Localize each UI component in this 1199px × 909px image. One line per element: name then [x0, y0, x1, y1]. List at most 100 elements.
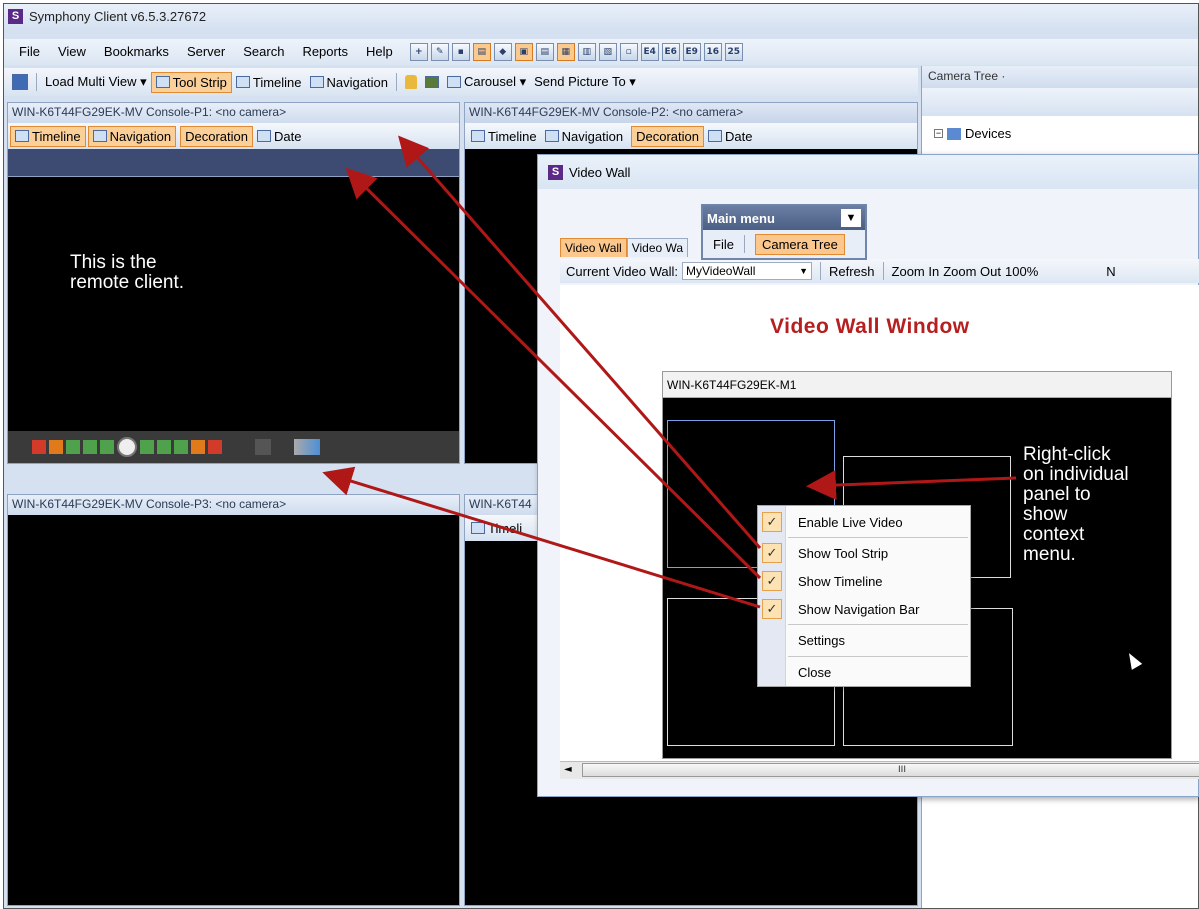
main-menu-popup: Main menu ▼ File Camera Tree [701, 204, 867, 260]
menu-file[interactable]: File [10, 40, 49, 64]
video-wall-toolbar: Current Video Wall: MyVideoWall ▼ Refres… [560, 259, 1199, 283]
menu-item-show-timeline[interactable]: ✓ Show Timeline [758, 567, 970, 595]
layout2-icon[interactable]: ▤ [472, 43, 491, 61]
panel-p1-toolstrip: Timeline Navigation Decoration Date [8, 123, 459, 149]
nav-step-forward-icon[interactable] [157, 440, 171, 454]
tool-strip-button[interactable]: Tool Strip [150, 71, 232, 93]
panel-p3-title: WIN-K6T44FG29EK-MV Console-P3: <no camer… [8, 495, 459, 515]
check-icon: ✓ [762, 512, 782, 532]
timeline-button[interactable]: Timeline [232, 73, 306, 92]
grid-icon[interactable]: ▧ [598, 43, 617, 61]
menu-item-label: Settings [798, 632, 845, 648]
panel-navigation-button[interactable]: Navigation [87, 125, 177, 147]
tab-video-wall[interactable]: Video Wall [560, 238, 627, 257]
main-menu-file[interactable]: File [713, 237, 734, 252]
panel-p1-navbar [8, 431, 459, 463]
menu-reports[interactable]: Reports [293, 40, 357, 64]
send-picture-button[interactable]: Send Picture To ▾ [530, 72, 640, 92]
menu-item-enable-live-video[interactable]: ✓ Enable Live Video [758, 508, 970, 536]
navigation-icon [92, 130, 107, 142]
panel-timeline-button[interactable]: Timeline [10, 125, 86, 147]
date-label: Date [724, 128, 753, 144]
current-wall-select[interactable]: MyVideoWall ▼ [682, 262, 812, 280]
nav-step-back-icon[interactable] [83, 440, 97, 454]
menu-view[interactable]: View [49, 40, 95, 64]
pip-button[interactable] [421, 74, 443, 90]
symphony-logo-icon: S [548, 164, 563, 180]
nav-fast-forward-icon[interactable] [174, 440, 188, 454]
menu-item-show-navigation-bar[interactable]: ✓ Show Navigation Bar [758, 595, 970, 623]
refresh-button[interactable]: Refresh [829, 264, 875, 279]
menu-item-settings[interactable]: Settings [758, 626, 970, 654]
nav-last-icon[interactable] [208, 440, 222, 454]
layout10-icon[interactable]: E9 [682, 43, 701, 61]
lock-button[interactable] [401, 73, 421, 91]
carousel-button[interactable]: Carousel ▾ [443, 72, 530, 92]
panel-timeline-button[interactable]: Timeli [467, 519, 526, 538]
navigation-label: Navigation [326, 74, 388, 90]
menu-item-show-tool-strip[interactable]: ✓ Show Tool Strip [758, 539, 970, 567]
floppy-icon [12, 74, 28, 90]
panel-p3[interactable]: WIN-K6T44FG29EK-MV Console-P3: <no camer… [7, 494, 460, 906]
menu-server[interactable]: Server [178, 40, 234, 64]
layout4-icon[interactable]: ▤ [535, 43, 554, 61]
current-wall-label: Current Video Wall: [566, 263, 678, 279]
nav-rewind-icon[interactable] [66, 440, 80, 454]
main-menu-camera-tree[interactable]: Camera Tree [754, 233, 845, 255]
tab-video-wall-2[interactable]: Video Wa [626, 238, 689, 257]
nav-live-icon[interactable] [255, 439, 271, 455]
nav-first-icon[interactable] [32, 440, 46, 454]
timeline-icon [471, 130, 485, 142]
toolbar-separator [820, 262, 821, 280]
devices-label: Devices [965, 126, 1012, 141]
panel-timeline-button[interactable]: Timeline [467, 127, 541, 146]
layout6-icon[interactable]: ▥ [577, 43, 596, 61]
panel-p2-toolstrip: Timeline Navigation Decoration Date [465, 123, 917, 149]
edit-icon[interactable]: ✎ [430, 43, 449, 61]
panel-decoration-button[interactable]: Decoration [180, 125, 253, 147]
menu-help[interactable]: Help [357, 40, 402, 64]
nav-back-icon[interactable] [100, 440, 114, 454]
panel-decoration-button[interactable]: Decoration [631, 125, 704, 147]
navigation-button[interactable]: Navigation [306, 73, 392, 92]
zoom-out-button[interactable]: Zoom Out [943, 264, 1001, 279]
layout8-icon[interactable]: E4 [640, 43, 659, 61]
timeline-icon [471, 522, 485, 534]
panel-p1[interactable]: WIN-K6T44FG29EK-MV Console-P1: <no camer… [7, 102, 460, 464]
nav-rewind-fast-icon[interactable] [49, 440, 63, 454]
layout7-icon[interactable]: ▫ [619, 43, 638, 61]
menu-item-close[interactable]: Close [758, 658, 970, 686]
layout3-icon[interactable]: ▣ [514, 43, 533, 61]
menu-search[interactable]: Search [234, 40, 293, 64]
lock-icon [404, 75, 417, 89]
layout5-icon[interactable]: ▦ [556, 43, 575, 61]
toolbar-separator [36, 73, 37, 91]
context-menu: ✓ Enable Live Video ✓ Show Tool Strip ✓ … [757, 505, 971, 687]
scroll-thumb[interactable]: III [582, 763, 1199, 777]
horizontal-scrollbar[interactable]: ◄ III [560, 761, 1199, 779]
panel-date-button[interactable]: Date [704, 127, 756, 146]
main-menu-header[interactable]: Main menu ▼ [703, 206, 865, 230]
load-multi-view-button[interactable]: Load Multi View ▾ [41, 72, 151, 92]
add-icon[interactable]: + [409, 43, 428, 61]
layout1-icon[interactable]: ▪ [451, 43, 470, 61]
layout9-icon[interactable]: E6 [661, 43, 680, 61]
save-button[interactable] [8, 72, 32, 92]
nav-forward-icon[interactable] [140, 440, 154, 454]
panel-date-button[interactable]: Date [253, 127, 305, 146]
panel-p1-timeline-bar[interactable] [8, 149, 459, 177]
calendar-icon [707, 130, 722, 142]
scroll-left-icon[interactable]: ◄ [564, 764, 572, 775]
nav-skip-icon[interactable] [191, 440, 205, 454]
zoom-in-button[interactable]: Zoom In [892, 264, 940, 279]
nav-volume-icon[interactable] [294, 439, 320, 455]
expand-icon[interactable]: − [934, 129, 943, 138]
tree-node-devices[interactable]: − Devices [922, 116, 1198, 141]
menu-bookmarks[interactable]: Bookmarks [95, 40, 178, 64]
diamond-icon[interactable]: ◆ [493, 43, 512, 61]
nav-play-icon[interactable] [117, 437, 137, 457]
layout25-icon[interactable]: 25 [724, 43, 743, 61]
layout16-icon[interactable]: 16 [703, 43, 722, 61]
video-wall-title: Video Wall [569, 164, 631, 180]
panel-navigation-button[interactable]: Navigation [541, 127, 627, 146]
